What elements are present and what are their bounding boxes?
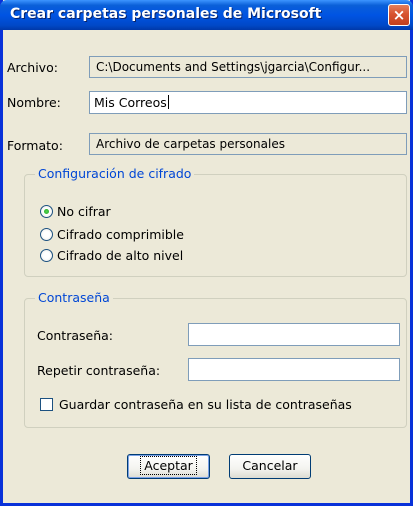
formato-label: Formato: [7,138,63,153]
radio-button-checked[interactable] [40,204,53,218]
ok-button-label: Aceptar [140,456,197,475]
radio-label: Cifrado de alto nivel [57,247,184,263]
ok-button[interactable]: Aceptar [127,454,210,479]
archivo-field: C:\Documents and Settings\jgarcia\Config… [89,56,407,78]
cancel-button-label: Cancelar [242,458,298,473]
dialog-window: Crear carpetas personales de Microsoft ×… [0,0,413,506]
radio-label: Cifrado comprimible [57,226,184,242]
radio-button[interactable] [40,248,53,262]
nombre-input-value: Mis Correos [94,95,167,110]
save-password-checkbox[interactable] [40,398,53,411]
window-title: Crear carpetas personales de Microsoft [10,6,322,22]
encryption-legend: Configuración de cifrado [35,166,195,181]
title-bar[interactable]: Crear carpetas personales de Microsoft × [0,0,413,30]
close-button[interactable]: × [388,4,410,26]
text-caret [167,95,169,109]
password-label: Contraseña: [37,328,113,343]
archivo-label: Archivo: [7,60,58,75]
repeat-password-label: Repetir contraseña: [37,363,161,378]
radio-cifrado-alto-nivel[interactable]: Cifrado de alto nivel [40,246,183,264]
radio-button[interactable] [40,227,53,241]
radio-no-cifrar[interactable]: No cifrar [40,202,111,220]
save-password-label: Guardar contraseña en su lista de contra… [59,397,352,412]
password-input[interactable] [188,323,400,346]
radio-cifrado-comprimible[interactable]: Cifrado comprimible [40,225,184,243]
nombre-label: Nombre: [7,95,61,110]
password-legend: Contraseña [35,290,113,305]
repeat-password-input[interactable] [188,358,400,381]
formato-field: Archivo de carpetas personales [89,133,407,155]
radio-label: No cifrar [57,203,111,219]
close-icon: × [392,6,406,24]
nombre-input[interactable]: Mis Correos [89,91,407,114]
cancel-button[interactable]: Cancelar [229,454,311,479]
